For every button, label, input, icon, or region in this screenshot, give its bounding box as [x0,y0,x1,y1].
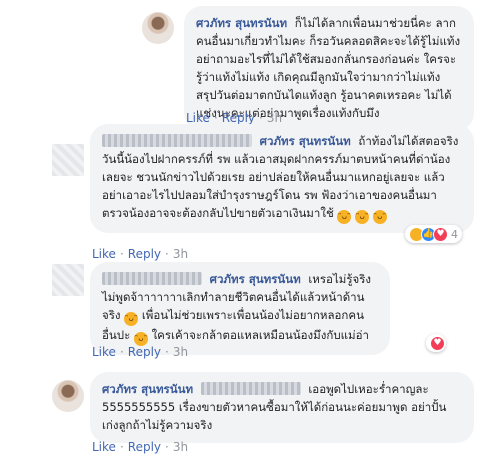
redacted-name [200,382,301,395]
laughing-emoji-icon: ᵔᴗᵔ [355,210,370,224]
comment-actions: Like · Reply · 3h [186,111,282,125]
comment-author[interactable]: ศวภัทร สุนทรนันท [102,382,193,396]
redacted-name [102,272,202,285]
reply-link[interactable]: Reply [222,111,255,125]
separator: · [259,111,263,125]
separator: · [165,345,169,359]
reply-link[interactable]: Reply [128,247,161,261]
like-link[interactable]: Like [186,111,210,125]
laughing-emoji-icon: ᵔᴗᵔ [337,210,352,224]
reaction-summary[interactable]: ♥ [426,334,446,352]
comment-text: ใครเค้าจะกล้าตอแหลเหมือนน้องมึงกับแม่อ่า [151,328,369,342]
avatar[interactable] [52,380,84,412]
avatar[interactable] [142,12,174,44]
separator: · [119,247,124,261]
comment-bubble: ศวภัทร สุนทรนันท ถ้าท้องไม่ได้สตอจริงวัน… [90,124,474,233]
comment-bubble: ศวภัทร สุนทรนันท เหรอไม่รู้จริงไม่พูดจ้า… [90,262,390,355]
laughing-emoji-icon: ᵔᴗᵔ [372,210,387,224]
comment-actions: Like · Reply · 3h [92,440,188,454]
avatar[interactable] [52,264,84,296]
separator: · [213,111,218,125]
like-link[interactable]: Like [92,440,116,454]
like-link[interactable]: Like [92,345,116,359]
separator: · [119,440,124,454]
love-reaction-icon: ♥ [433,226,448,242]
redacted-name [102,134,252,147]
separator: · [165,440,169,454]
reply-link[interactable]: Reply [128,440,161,454]
timestamp[interactable]: 3h [173,345,188,359]
timestamp[interactable]: 3h [173,247,188,261]
reply-link[interactable]: Reply [128,345,161,359]
like-link[interactable]: Like [92,247,116,261]
reaction-count: 4 [451,227,458,241]
comment-author[interactable]: ศวภัทร สุนทรนันท [210,272,301,286]
comment-actions: Like · Reply · 3h [92,247,188,261]
comment-text: ก็ไม่ได้ลากเพื่อนมาช่วยนี่คะ ลากคนอื่นมา… [196,16,461,120]
separator: · [119,345,124,359]
comment-author[interactable]: ศวภัทร สุนทรนันท [260,134,351,148]
separator: · [165,247,169,261]
timestamp[interactable]: 3h [267,111,282,125]
comment-bubble: ศวภัทร สุนทรนันท เออพูดไปเหอะร่ำคาญละ 55… [90,372,474,443]
reaction-summary[interactable]: 👍 ♥ 4 [405,225,462,243]
laughing-emoji-icon: ᵔᴗᵔ [133,332,148,346]
love-reaction-icon: ♥ [430,335,445,351]
timestamp[interactable]: 3h [173,440,188,454]
laughing-emoji-icon: ᵔᴗᵔ [124,312,139,326]
comment-actions: Like · Reply · 3h [92,345,188,359]
avatar[interactable] [52,144,84,176]
comment-author[interactable]: ศวภัทร สุนทรนันท [196,16,287,30]
